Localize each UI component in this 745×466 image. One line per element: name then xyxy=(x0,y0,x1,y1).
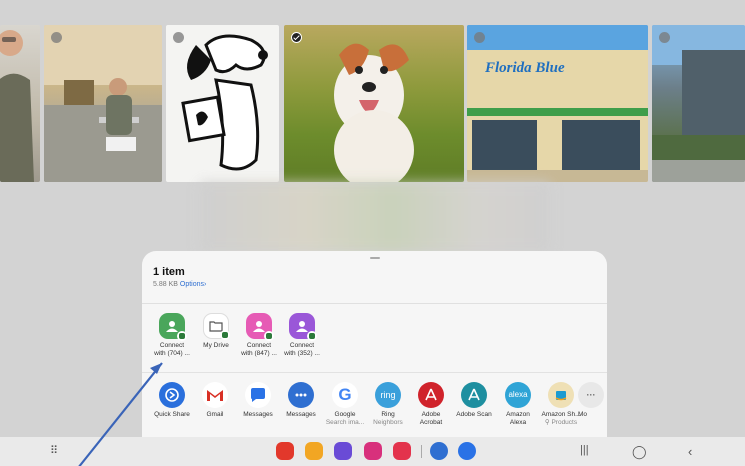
internet-icon[interactable] xyxy=(334,442,352,460)
app-label: Mo xyxy=(578,411,588,418)
app-sublabel: ⚲ Products xyxy=(544,419,578,426)
app-badge-icon xyxy=(307,331,317,341)
dock-divider xyxy=(421,445,422,458)
app-label: Messages xyxy=(286,411,316,418)
google-drive-badge-icon xyxy=(220,330,230,340)
screen: Florida Blue 1 item 5.88 KB Options› Con… xyxy=(0,0,745,466)
photo-thumbnail[interactable] xyxy=(0,25,40,182)
photo-thumbnail[interactable] xyxy=(652,25,745,182)
storefront-sign: Florida Blue xyxy=(485,60,565,76)
messages-icon xyxy=(245,382,271,408)
video-app-icon[interactable] xyxy=(393,442,411,460)
divider xyxy=(142,372,607,373)
photo-office xyxy=(652,25,745,182)
photo-thumbnail[interactable] xyxy=(166,25,279,182)
options-link[interactable]: Options› xyxy=(180,281,206,288)
more-icon: ··· xyxy=(578,382,604,408)
apps-grid-icon[interactable]: ⠿ xyxy=(50,444,58,457)
gmail-icon xyxy=(202,382,228,408)
select-circle[interactable] xyxy=(51,32,62,43)
share-meta: 5.88 KB Options› xyxy=(153,281,206,288)
photo-snoopy-drawing xyxy=(181,34,268,171)
flipboard-icon[interactable] xyxy=(276,442,294,460)
photo-dog xyxy=(334,43,414,182)
home-icon[interactable]: ◯ xyxy=(632,444,647,460)
select-circle[interactable] xyxy=(659,32,670,43)
photo-person xyxy=(0,30,34,182)
select-circle[interactable] xyxy=(173,32,184,43)
app-badge-icon xyxy=(264,331,274,341)
app-badge-icon xyxy=(177,331,187,341)
adobe-acrobat-icon xyxy=(418,382,444,408)
photo-thumbnail[interactable]: Florida Blue xyxy=(467,25,648,182)
app-label-line2: Acrobat xyxy=(419,419,443,426)
direct-share-label: Connect xyxy=(289,342,315,349)
select-circle[interactable] xyxy=(474,32,485,43)
app-label: Adobe Scan xyxy=(456,411,492,418)
quick-share-icon xyxy=(159,382,185,408)
share-item-count: 1 item xyxy=(153,266,185,278)
drive-folder-icon xyxy=(203,313,230,340)
sheet-drag-handle[interactable] xyxy=(370,257,380,259)
selected-check-icon[interactable] xyxy=(291,32,302,43)
photo-thumbnail[interactable] xyxy=(44,25,162,182)
flower-app-icon[interactable] xyxy=(364,442,382,460)
messages-dock-icon[interactable] xyxy=(430,442,448,460)
divider xyxy=(142,303,607,304)
ring-icon: ring xyxy=(375,382,401,408)
photo-thumbnail-selected[interactable] xyxy=(284,25,464,182)
app-label: Quick Share xyxy=(154,411,190,418)
app-label: Ring xyxy=(381,411,395,418)
app-label: Amazon Sh... xyxy=(541,411,581,418)
photo-strip: Florida Blue xyxy=(0,25,745,182)
direct-share-contact-352[interactable]: Connect with (352) ... xyxy=(276,313,328,358)
app-label: Messages xyxy=(243,411,273,418)
direct-share-label: Connect xyxy=(159,342,185,349)
app-label: Adobe xyxy=(421,411,441,418)
direct-share-sublabel: with (847) ... xyxy=(241,350,277,357)
file-size: 5.88 KB xyxy=(153,281,178,288)
adobe-scan-icon xyxy=(461,382,487,408)
folder-icon[interactable] xyxy=(305,442,323,460)
direct-share-label: My Drive xyxy=(203,342,229,349)
direct-share-sublabel: with (352) ... xyxy=(284,350,320,357)
photo-room xyxy=(44,25,162,182)
app-label: Google xyxy=(334,411,356,418)
recents-icon[interactable]: ||| xyxy=(580,444,589,456)
direct-share-sublabel: with (704) ... xyxy=(154,350,190,357)
contact-avatar-icon xyxy=(246,313,274,341)
google-icon: G xyxy=(332,382,358,408)
app-label: Gmail xyxy=(206,411,224,418)
amazon-shopping-icon xyxy=(548,382,574,408)
background-blur xyxy=(200,182,550,252)
app-label: Amazon xyxy=(506,411,530,418)
direct-share-label: Connect xyxy=(246,342,272,349)
chat-dock-icon[interactable] xyxy=(458,442,476,460)
app-label-line2: Alexa xyxy=(509,419,527,426)
contact-avatar-icon xyxy=(289,313,317,341)
alexa-icon: alexa xyxy=(505,382,531,408)
photo-building xyxy=(467,25,648,182)
share-sheet: 1 item 5.88 KB Options› Connect with (70… xyxy=(142,251,607,441)
app-more[interactable]: ··· Mo xyxy=(578,382,607,419)
messages-bubble-icon xyxy=(288,382,314,408)
contact-avatar-icon xyxy=(159,313,187,341)
back-icon[interactable]: ‹ xyxy=(688,444,692,459)
